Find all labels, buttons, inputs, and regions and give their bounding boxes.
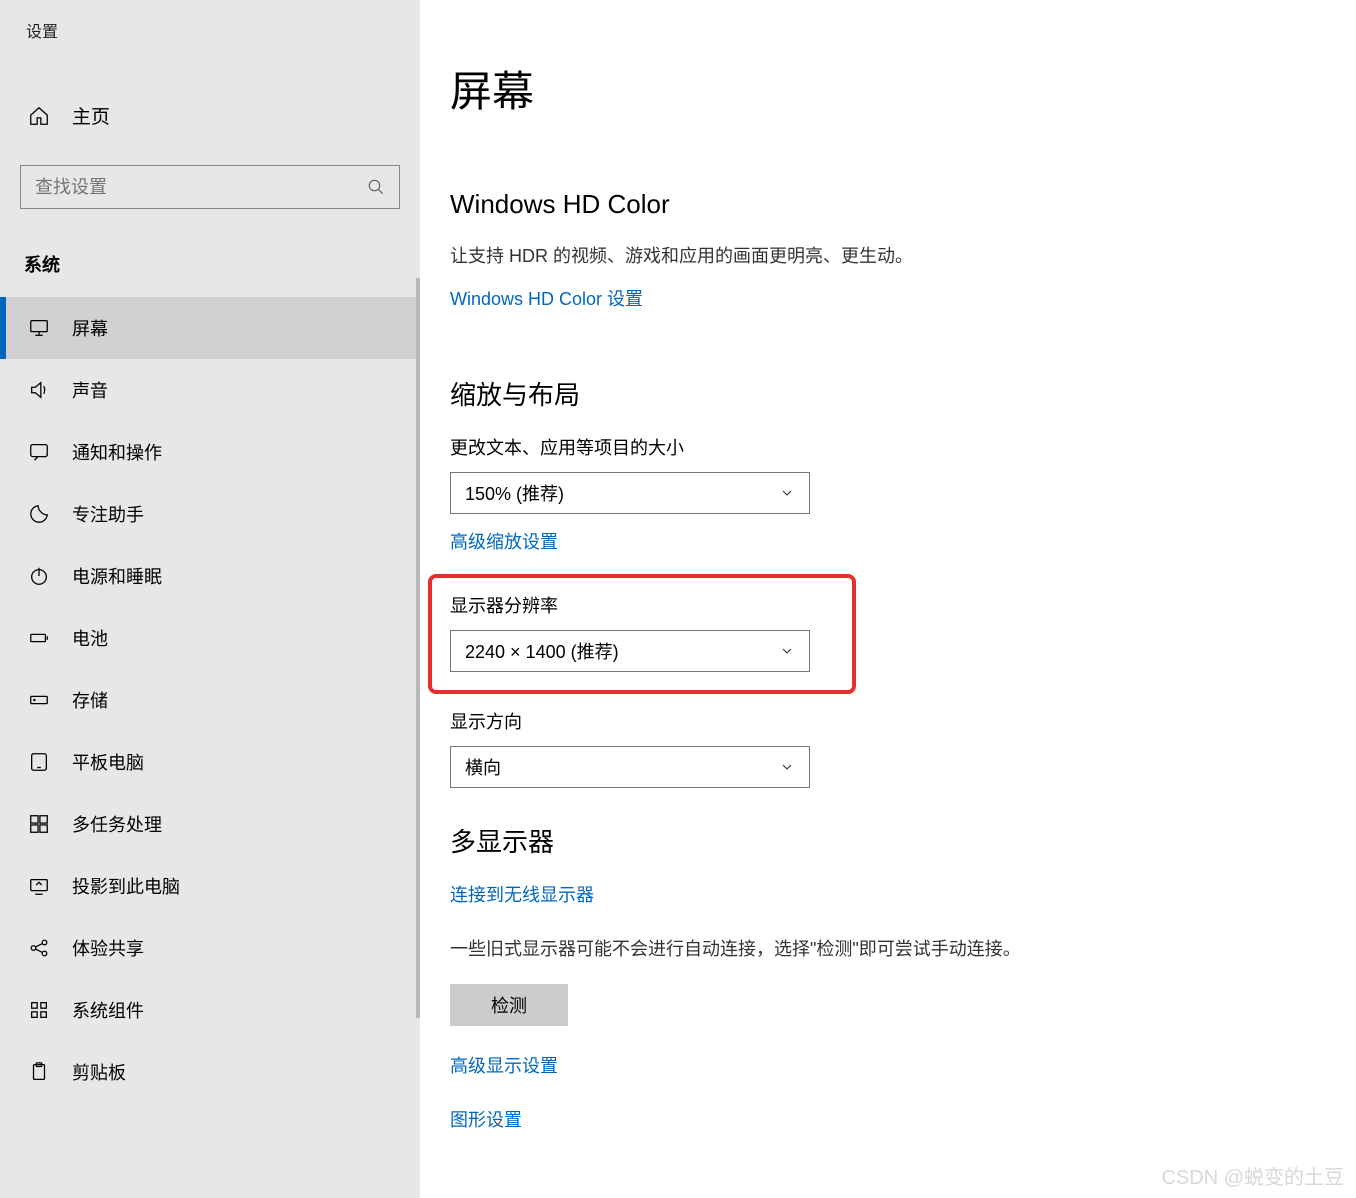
nav-item-battery[interactable]: 电池 [0,607,420,669]
nav-item-multitask[interactable]: 多任务处理 [0,793,420,855]
nav-item-label: 剪贴板 [72,1059,126,1085]
nav-item-syscomp[interactable]: 系统组件 [0,979,420,1041]
home-label: 主页 [72,102,110,129]
moon-icon [28,503,50,525]
nav-item-shared[interactable]: 体验共享 [0,917,420,979]
main-content: 屏幕 Windows HD Color 让支持 HDR 的视频、游戏和应用的画面… [420,0,1356,1198]
nav-item-label: 多任务处理 [72,811,162,837]
hdcolor-desc: 让支持 HDR 的视频、游戏和应用的画面更明亮、更生动。 [450,242,1316,271]
scale-label: 更改文本、应用等项目的大小 [450,434,1316,460]
project-icon [28,875,50,897]
multitask-icon [28,813,50,835]
monitor-icon [28,317,50,339]
nav-item-label: 屏幕 [72,315,108,341]
orientation-dropdown[interactable]: 横向 [450,746,810,788]
graphics-settings-link[interactable]: 图形设置 [450,1106,522,1132]
nav-item-focus[interactable]: 专注助手 [0,483,420,545]
resolution-label: 显示器分辨率 [450,592,834,618]
window-title: 设置 [0,0,420,42]
chat-icon [28,441,50,463]
nav-item-notifications[interactable]: 通知和操作 [0,421,420,483]
home-button[interactable]: 主页 [0,42,420,129]
nav-item-display[interactable]: 屏幕 [0,297,420,359]
advanced-display-link[interactable]: 高级显示设置 [450,1052,558,1078]
multi-heading: 多显示器 [450,822,1316,859]
wireless-display-link[interactable]: 连接到无线显示器 [450,881,594,907]
sidebar: 设置 主页 系统 屏幕声音通知和操作专注助手电源和睡眠电池存储平板电脑多任务处理… [0,0,420,1198]
nav-item-label: 平板电脑 [72,749,144,775]
home-icon [28,105,50,127]
nav-item-label: 专注助手 [72,501,144,527]
grid-icon [28,999,50,1021]
category-heading: 系统 [0,209,420,297]
scale-dropdown[interactable]: 150% (推荐) [450,472,810,514]
clipboard-icon [28,1061,50,1083]
nav-item-label: 电源和睡眠 [72,563,162,589]
nav-item-project[interactable]: 投影到此电脑 [0,855,420,917]
resolution-value: 2240 × 1400 (推荐) [465,638,619,664]
chevron-down-icon [779,759,795,775]
advanced-scale-link[interactable]: 高级缩放设置 [450,528,558,554]
nav-item-storage[interactable]: 存储 [0,669,420,731]
nav-item-label: 通知和操作 [72,439,162,465]
resolution-dropdown[interactable]: 2240 × 1400 (推荐) [450,630,810,672]
nav-list: 屏幕声音通知和操作专注助手电源和睡眠电池存储平板电脑多任务处理投影到此电脑体验共… [0,297,420,1103]
nav-item-clipboard[interactable]: 剪贴板 [0,1041,420,1103]
power-icon [28,565,50,587]
chevron-down-icon [779,643,795,659]
scale-value: 150% (推荐) [465,480,564,506]
orientation-value: 横向 [465,754,501,780]
watermark: CSDN @蜕变的土豆 [1161,1161,1344,1190]
battery-icon [28,627,50,649]
detect-button[interactable]: 检测 [450,984,568,1026]
nav-item-label: 声音 [72,377,108,403]
nav-item-sound[interactable]: 声音 [0,359,420,421]
hdcolor-heading: Windows HD Color [450,189,1316,220]
shared-icon [28,937,50,959]
nav-item-label: 电池 [72,625,108,651]
nav-item-label: 系统组件 [72,997,144,1023]
hdcolor-settings-link[interactable]: Windows HD Color 设置 [450,285,643,311]
tablet-icon [28,751,50,773]
search-input[interactable] [35,177,367,198]
nav-item-label: 体验共享 [72,935,144,961]
legacy-desc: 一些旧式显示器可能不会进行自动连接，选择"检测"即可尝试手动连接。 [450,935,1316,964]
nav-item-power[interactable]: 电源和睡眠 [0,545,420,607]
orientation-label: 显示方向 [450,708,1316,734]
chevron-down-icon [779,485,795,501]
scale-heading: 缩放与布局 [450,375,1316,412]
speaker-icon [28,379,50,401]
nav-item-label: 投影到此电脑 [72,873,180,899]
nav-item-tablet[interactable]: 平板电脑 [0,731,420,793]
page-title: 屏幕 [450,58,1316,119]
nav-item-label: 存储 [72,687,108,713]
search-box[interactable] [20,165,400,209]
drive-icon [28,689,50,711]
resolution-highlight: 显示器分辨率 2240 × 1400 (推荐) [428,574,856,694]
search-icon [367,178,385,196]
